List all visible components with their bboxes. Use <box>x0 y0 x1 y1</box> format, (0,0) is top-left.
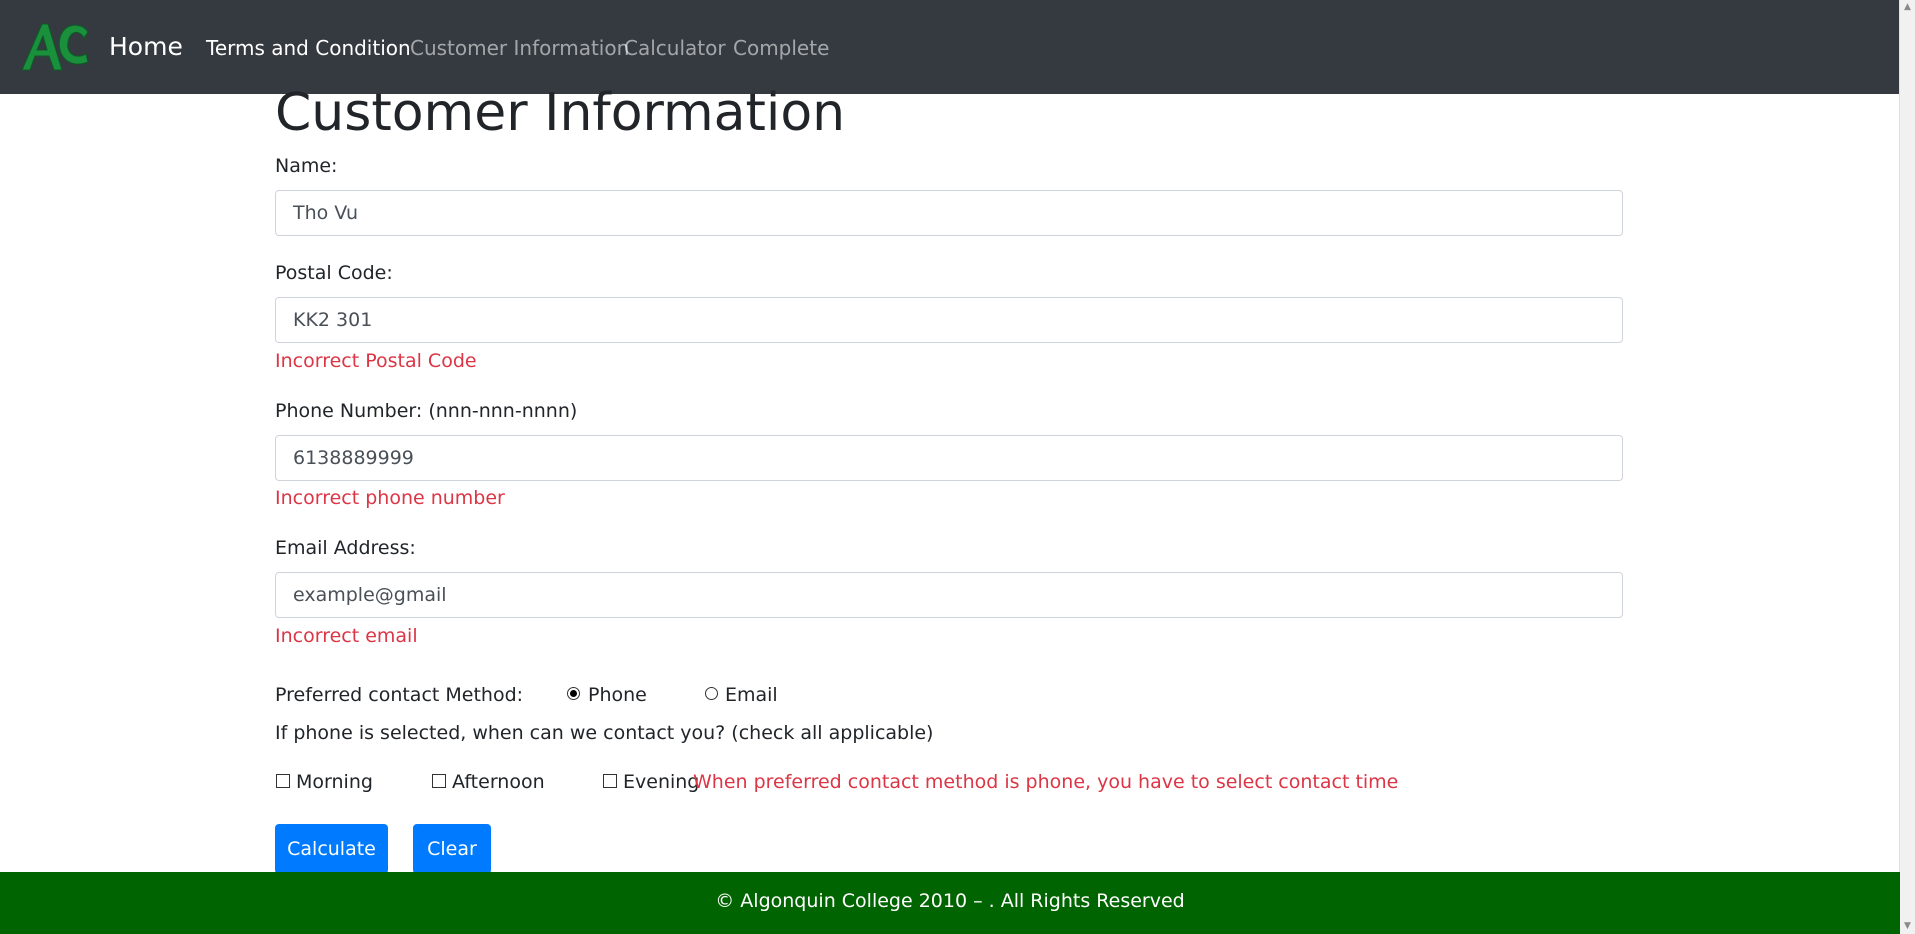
email-input[interactable]: example@gmail <box>275 572 1623 618</box>
nav-link-complete[interactable]: Complete <box>733 36 829 60</box>
postal-code-error: Incorrect Postal Code <box>275 350 477 372</box>
email-radio-label[interactable]: Email <box>725 683 778 707</box>
brand-home-link[interactable]: Home <box>109 32 183 62</box>
morning-checkbox[interactable] <box>276 774 290 788</box>
afternoon-checkbox-label[interactable]: Afternoon <box>452 770 545 794</box>
afternoon-checkbox[interactable] <box>432 774 446 788</box>
phone-label: Phone Number: (nnn-nnn-nnnn) <box>275 400 578 422</box>
scroll-up-arrow-icon[interactable]: ▲ <box>1900 0 1915 15</box>
navbar: Home Terms and Condition Customer Inform… <box>0 0 1900 94</box>
algonquin-logo-icon[interactable] <box>18 18 92 74</box>
nav-link-terms[interactable]: Terms and Condition <box>206 36 411 60</box>
name-label: Name: <box>275 155 338 177</box>
phone-input[interactable]: 6138889999 <box>275 435 1623 481</box>
nav-link-calculator[interactable]: Calculator <box>624 36 726 60</box>
phone-radio-label[interactable]: Phone <box>588 683 647 707</box>
name-input[interactable]: Tho Vu <box>275 190 1623 236</box>
evening-checkbox[interactable] <box>603 774 617 788</box>
email-error: Incorrect email <box>275 625 418 647</box>
footer-copyright: © Algonquin College 2010 – . All Rights … <box>715 890 1185 912</box>
contact-method-label: Preferred contact Method: <box>275 684 524 706</box>
scroll-down-arrow-icon[interactable]: ▼ <box>1900 919 1915 934</box>
calculate-button[interactable]: Calculate <box>275 824 388 874</box>
nav-link-customer-information[interactable]: Customer Information <box>410 36 629 60</box>
contact-time-question: If phone is selected, when can we contac… <box>275 722 934 744</box>
postal-code-label: Postal Code: <box>275 262 393 284</box>
postal-code-input[interactable]: KK2 301 <box>275 297 1623 343</box>
phone-error: Incorrect phone number <box>275 487 505 509</box>
footer: © Algonquin College 2010 – . All Rights … <box>0 872 1900 934</box>
clear-button[interactable]: Clear <box>413 824 491 874</box>
contact-time-error: When preferred contact method is phone, … <box>693 771 1399 793</box>
vertical-scrollbar[interactable]: ▲ ▼ <box>1899 0 1915 934</box>
email-label: Email Address: <box>275 537 416 559</box>
page-title: Customer Information <box>275 83 846 143</box>
morning-checkbox-label[interactable]: Morning <box>296 770 373 794</box>
email-radio[interactable] <box>705 687 718 700</box>
evening-checkbox-label[interactable]: Evening <box>623 770 699 794</box>
phone-radio[interactable] <box>567 687 580 700</box>
